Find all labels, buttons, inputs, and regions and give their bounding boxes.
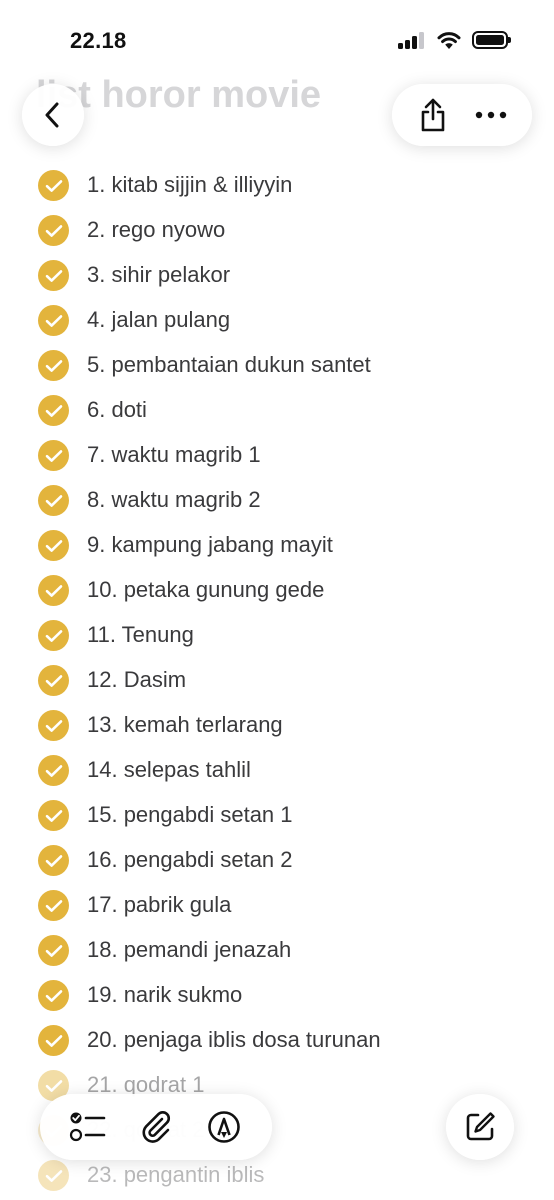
checklist-item-text[interactable]: 19. narik sukmo — [87, 982, 242, 1008]
checklist-item-text[interactable]: 1. kitab sijjin & illiyyin — [87, 172, 292, 198]
checkmark-circle-icon[interactable] — [38, 305, 69, 336]
more-button[interactable] — [467, 91, 515, 139]
checklist-item[interactable]: 3. sihir pelakor — [0, 253, 554, 298]
bottom-toolbar — [40, 1094, 272, 1160]
checklist-item-text[interactable]: 12. Dasim — [87, 667, 186, 693]
checklist-item-text[interactable]: 23. pengantin iblis — [87, 1162, 264, 1188]
pen-markup-icon — [208, 1111, 240, 1143]
checklist-item[interactable]: 10. petaka gunung gede — [0, 568, 554, 613]
checklist-item[interactable]: 12. Dasim — [0, 658, 554, 703]
checkmark-circle-icon[interactable] — [38, 710, 69, 741]
checkmark-circle-icon[interactable] — [38, 620, 69, 651]
checklist-item[interactable]: 2. rego nyowo — [0, 208, 554, 253]
attachment-button[interactable] — [130, 1101, 182, 1153]
checkmark-circle-icon[interactable] — [38, 215, 69, 246]
checklist-item[interactable]: 19. narik sukmo — [0, 973, 554, 1018]
compose-button[interactable] — [446, 1094, 514, 1160]
checklist-item[interactable]: 20. penjaga iblis dosa turunan — [0, 1018, 554, 1063]
checkmark-circle-icon[interactable] — [38, 350, 69, 381]
checkmark-circle-icon[interactable] — [38, 485, 69, 516]
share-icon — [421, 98, 445, 132]
checkmark-circle-icon[interactable] — [38, 1160, 69, 1191]
share-button[interactable] — [409, 91, 457, 139]
checkmark-circle-icon[interactable] — [38, 935, 69, 966]
checklist-item-text[interactable]: 20. penjaga iblis dosa turunan — [87, 1027, 381, 1053]
checklist-item-text[interactable]: 17. pabrik gula — [87, 892, 231, 918]
checkmark-circle-icon[interactable] — [38, 440, 69, 471]
checkmark-circle-icon[interactable] — [38, 260, 69, 291]
checklist-item-text[interactable]: 13. kemah terlarang — [87, 712, 283, 738]
checklist-item-text[interactable]: 18. pemandi jenazah — [87, 937, 291, 963]
checkmark-circle-icon[interactable] — [38, 800, 69, 831]
checklist: 1. kitab sijjin & illiyyin 2. rego nyowo 3… — [0, 163, 554, 1198]
back-button[interactable] — [22, 84, 84, 146]
checklist-item[interactable]: 13. kemah terlarang — [0, 703, 554, 748]
checklist-button[interactable] — [62, 1101, 114, 1153]
paperclip-icon — [142, 1111, 170, 1143]
checkmark-circle-icon[interactable] — [38, 665, 69, 696]
checkmark-circle-icon[interactable] — [38, 530, 69, 561]
checkmark-circle-icon[interactable] — [38, 890, 69, 921]
top-right-toolbar — [392, 84, 532, 146]
chevron-left-icon — [45, 102, 59, 128]
checklist-item-text[interactable]: 9. kampung jabang mayit — [87, 532, 333, 558]
checklist-item[interactable]: 5. pembantaian dukun santet — [0, 343, 554, 388]
checklist-item[interactable]: 8. waktu magrib 2 — [0, 478, 554, 523]
status-bar: 22.18 — [0, 0, 554, 80]
checklist-item-text[interactable]: 10. petaka gunung gede — [87, 577, 324, 603]
checkmark-circle-icon[interactable] — [38, 755, 69, 786]
compose-icon — [466, 1112, 495, 1141]
checklist-item[interactable]: 18. pemandi jenazah — [0, 928, 554, 973]
checklist-item[interactable]: 7. waktu magrib 1 — [0, 433, 554, 478]
checklist-item-text[interactable]: 8. waktu magrib 2 — [87, 487, 261, 513]
checklist-item-text[interactable]: 16. pengabdi setan 2 — [87, 847, 293, 873]
checklist-item-text[interactable]: 5. pembantaian dukun santet — [87, 352, 371, 378]
markup-button[interactable] — [198, 1101, 250, 1153]
checklist-item-text[interactable]: 7. waktu magrib 1 — [87, 442, 261, 468]
checklist-item[interactable]: 6. doti — [0, 388, 554, 433]
checklist-item-text[interactable]: 11. Tenung — [87, 622, 194, 648]
checklist-item[interactable]: 16. pengabdi setan 2 — [0, 838, 554, 883]
checkmark-circle-icon[interactable] — [38, 845, 69, 876]
checklist-item[interactable]: 14. selepas tahlil — [0, 748, 554, 793]
checklist-item[interactable]: 9. kampung jabang mayit — [0, 523, 554, 568]
checklist-item[interactable]: 11. Tenung — [0, 613, 554, 658]
checklist-item[interactable]: 17. pabrik gula — [0, 883, 554, 928]
checklist-item-text[interactable]: 2. rego nyowo — [87, 217, 225, 243]
status-time: 22.18 — [70, 28, 127, 53]
checkmark-circle-icon[interactable] — [38, 980, 69, 1011]
checkmark-circle-icon[interactable] — [38, 170, 69, 201]
checklist-item[interactable]: 1. kitab sijjin & illiyyin — [0, 163, 554, 208]
checkmark-circle-icon[interactable] — [38, 575, 69, 606]
checklist-item-text[interactable]: 6. doti — [87, 397, 147, 423]
checklist-item-text[interactable]: 15. pengabdi setan 1 — [87, 802, 293, 828]
ellipsis-icon — [475, 111, 507, 119]
cellular-signal-icon — [398, 31, 426, 49]
checklist-item[interactable]: 4. jalan pulang — [0, 298, 554, 343]
checklist-item-text[interactable]: 14. selepas tahlil — [87, 757, 251, 783]
status-icons — [398, 30, 511, 50]
battery-icon — [472, 31, 511, 49]
checkmark-circle-icon[interactable] — [38, 1025, 69, 1056]
checklist-item-text[interactable]: 3. sihir pelakor — [87, 262, 230, 288]
checklist-item-text[interactable]: 4. jalan pulang — [87, 307, 230, 333]
wifi-icon — [437, 32, 461, 49]
checklist-icon — [69, 1112, 106, 1142]
checkmark-circle-icon[interactable] — [38, 395, 69, 426]
checklist-item[interactable]: 15. pengabdi setan 1 — [0, 793, 554, 838]
